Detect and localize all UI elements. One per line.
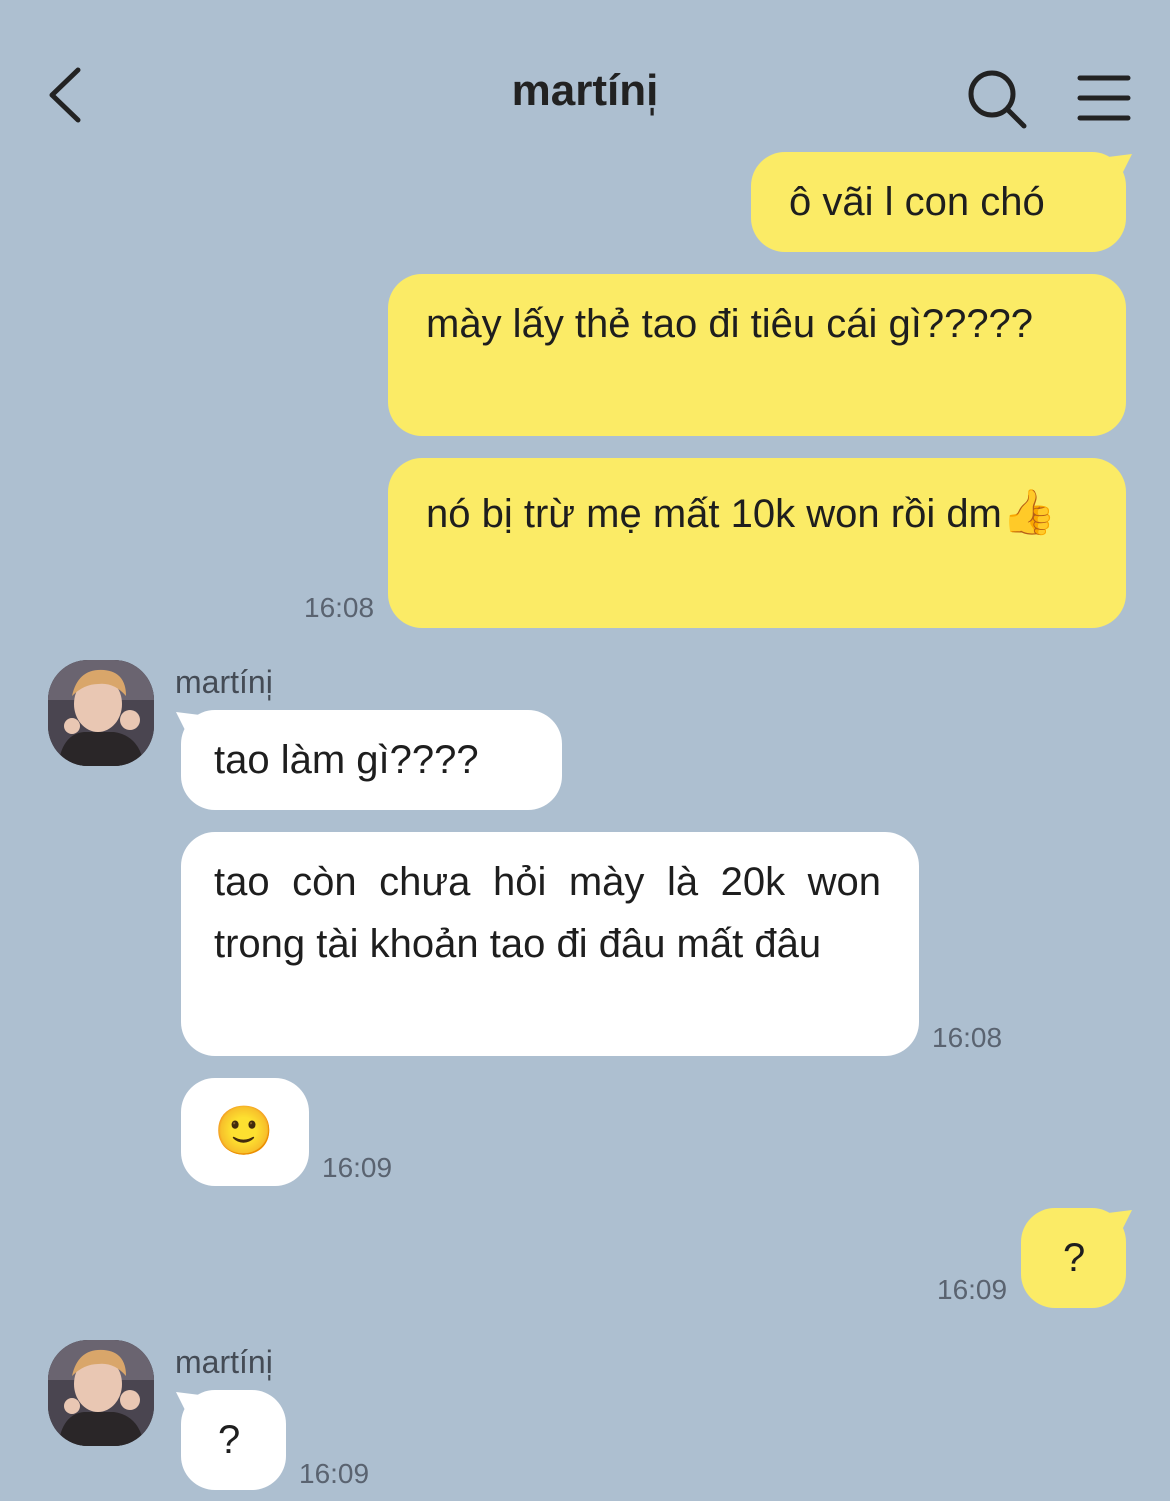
message-bubble-incoming[interactable]: tao còn chưa hỏi mày là 20k won trong tà… [181,832,919,1056]
message-text: ? [1063,1236,1086,1280]
thumbs-up-icon: 👍 [1001,488,1057,537]
message-text: ? [218,1418,241,1462]
message-bubble-outgoing[interactable]: nó bị trừ mẹ mất 10k won rồi dm👍 [388,458,1126,628]
message-bubble-incoming[interactable]: tao làm gì???? [181,710,562,810]
message-bubble-outgoing[interactable]: mày lấy thẻ tao đi tiêu cái gì????? [388,274,1126,436]
slightly-smiling-face-icon: 🙂 [214,1105,274,1158]
message-text: nó bị trừ mẹ mất 10k won rồi dm [426,492,1002,536]
sender-name: martíni̩ [175,664,273,700]
menu-button[interactable] [1074,70,1134,126]
search-icon [968,70,1027,129]
message-text: ô vãi l con chó [789,180,1045,224]
message-bubble-incoming[interactable]: 🙂 [181,1078,309,1186]
avatar[interactable] [48,660,154,766]
message-text: tao làm gì???? [214,738,479,782]
search-button[interactable] [964,66,1030,132]
avatar[interactable] [48,1340,154,1446]
message-bubble-incoming[interactable]: ? [181,1390,286,1490]
message-bubble-outgoing[interactable]: ô vãi l con chó [751,152,1126,252]
message-timestamp: 16:09 [299,1458,370,1489]
message-bubble-outgoing[interactable]: ? [1021,1208,1126,1308]
hamburger-menu-icon [1077,75,1131,121]
message-text: mày lấy thẻ tao đi tiêu cái gì????? [426,302,1034,346]
message-timestamp: 16:08 [932,1022,1003,1053]
message-timestamp: 16:09 [322,1152,393,1183]
message-timestamp: 16:09 [937,1274,1008,1305]
message-timestamp: 16:08 [304,592,375,623]
message-text: tao còn chưa hỏi mày là 20k won trong tà… [214,860,881,966]
sender-name: martíni̩ [175,1344,273,1380]
